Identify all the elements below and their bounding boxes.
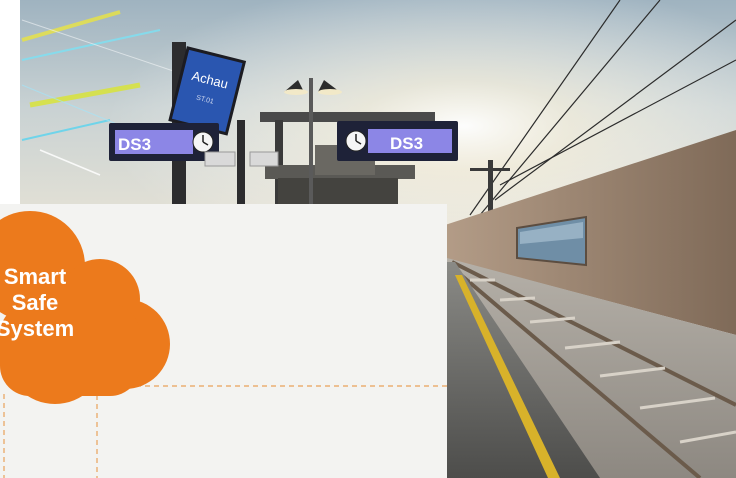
clock-icon	[192, 131, 214, 153]
right-display-code: DS3	[390, 134, 423, 153]
left-display-code: DS3	[118, 135, 151, 154]
right-departure-display: DS3	[337, 121, 458, 161]
clock-icon	[345, 130, 367, 152]
left-departure-display: DS3	[109, 123, 219, 161]
cloud-line-2: Safe	[11, 290, 59, 315]
smart-safe-system-panel: Smart Safe System	[0, 204, 447, 478]
cloud-line-3: System	[0, 316, 75, 341]
cloud-badge-text: Smart Safe System	[0, 264, 100, 342]
cloud-line-1: Smart	[3, 264, 67, 289]
